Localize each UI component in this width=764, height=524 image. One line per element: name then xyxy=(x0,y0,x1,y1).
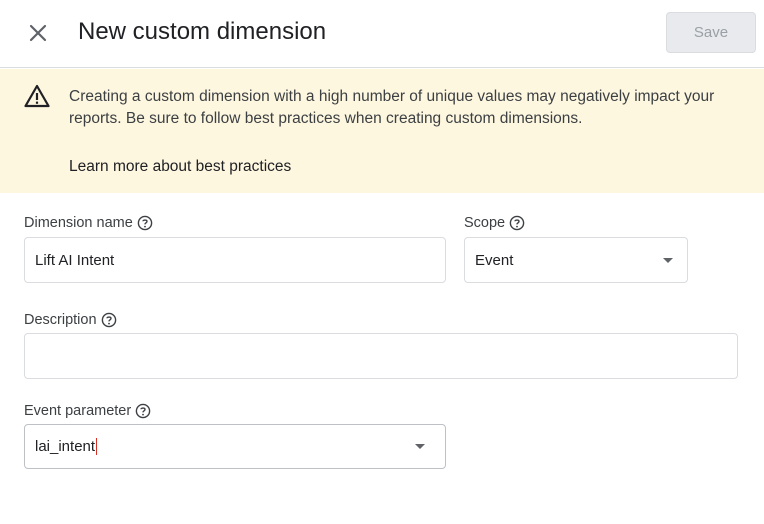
help-icon[interactable] xyxy=(137,215,153,231)
warning-banner: Creating a custom dimension with a high … xyxy=(0,69,764,193)
scope-label: Scope xyxy=(464,214,525,232)
text-cursor xyxy=(96,438,98,455)
scope-select[interactable]: Event xyxy=(464,237,688,283)
warning-icon xyxy=(24,84,50,108)
save-button[interactable]: Save xyxy=(666,12,756,53)
event-parameter-label: Event parameter xyxy=(24,402,151,420)
learn-more-link[interactable]: Learn more about best practices xyxy=(69,156,291,178)
event-parameter-label-text: Event parameter xyxy=(24,403,132,419)
help-icon[interactable] xyxy=(509,215,525,231)
help-icon[interactable] xyxy=(135,403,151,419)
scope-selected-value: Event xyxy=(475,251,514,269)
event-parameter-combobox[interactable]: lai_intent xyxy=(24,424,446,469)
chevron-down-icon[interactable] xyxy=(415,444,425,449)
dimension-name-field[interactable]: Lift AI Intent xyxy=(24,237,446,283)
description-label: Description xyxy=(24,311,117,329)
close-button[interactable] xyxy=(22,17,54,49)
close-icon xyxy=(29,24,47,42)
dimension-name-label-text: Dimension name xyxy=(24,215,133,231)
custom-dimension-dialog: New custom dimension Save Creating a cus… xyxy=(0,0,764,524)
warning-message: Creating a custom dimension with a high … xyxy=(69,88,715,127)
dimension-name-value: Lift AI Intent xyxy=(35,251,115,269)
dialog-header: New custom dimension Save xyxy=(0,0,764,68)
page-title: New custom dimension xyxy=(78,18,327,45)
description-field[interactable] xyxy=(24,333,738,379)
event-parameter-value: lai_intent xyxy=(35,438,96,455)
chevron-down-icon xyxy=(663,258,673,263)
help-icon[interactable] xyxy=(101,312,117,328)
description-label-text: Description xyxy=(24,312,97,328)
scope-label-text: Scope xyxy=(464,215,506,231)
dimension-name-label: Dimension name xyxy=(24,214,153,232)
